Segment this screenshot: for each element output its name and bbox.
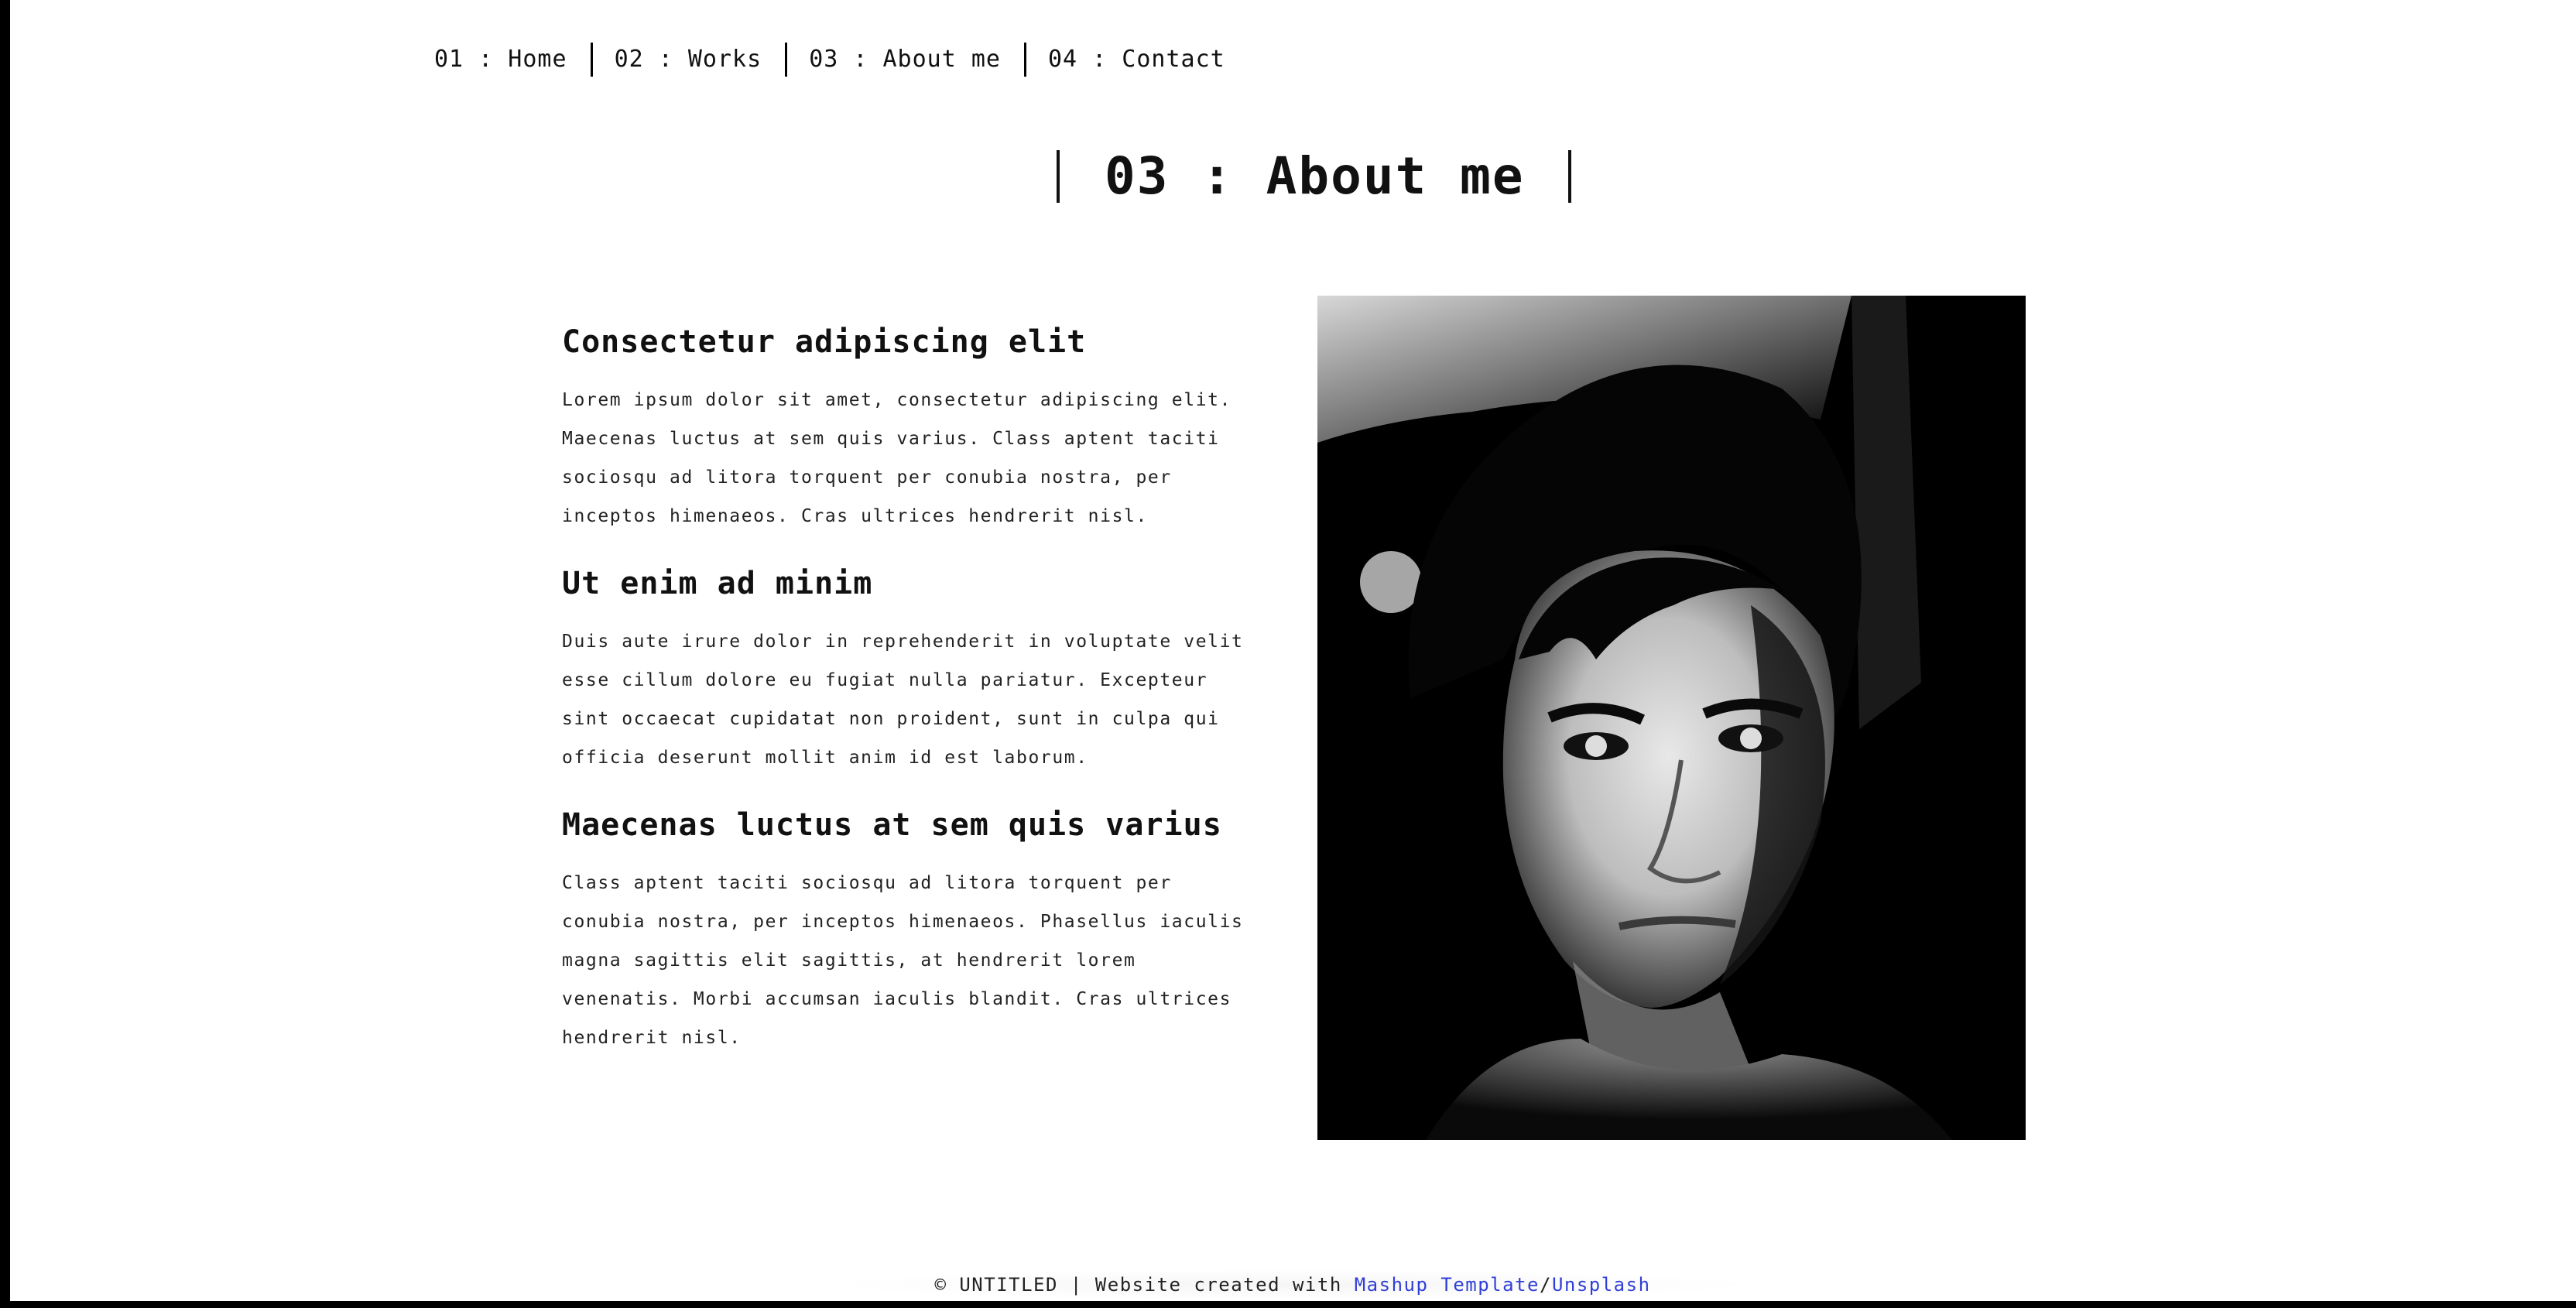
title-right-bar <box>1567 150 1571 203</box>
section-heading: Maecenas luctus at sem quis varius <box>562 807 1222 843</box>
section-body: Lorem ipsum dolor sit amet, consectetur … <box>562 390 1232 526</box>
portrait-photo <box>1317 296 2026 1140</box>
page-title-wrapper: 03 : About me <box>1057 150 1571 203</box>
nav-divider <box>1024 43 1026 77</box>
about-content: Consectetur adipiscing elit Lorem ipsum … <box>562 320 1266 1057</box>
nav-divider <box>785 43 788 77</box>
bottom-frame-border <box>0 1301 2576 1308</box>
page-title: 03 : About me <box>1105 146 1525 206</box>
section-body: Duis aute irure dolor in reprehenderit i… <box>562 632 1244 768</box>
section-body: Class aptent taciti sociosqu ad litora t… <box>562 873 1244 1048</box>
title-left-bar <box>1057 150 1060 203</box>
about-section: Ut enim ad minim Duis aute irure dolor i… <box>562 562 1266 777</box>
footer-link-separator: / <box>1539 1274 1552 1296</box>
section-heading: Consectetur adipiscing elit <box>562 324 1087 360</box>
footer-link-mashup[interactable]: Mashup Template <box>1355 1274 1540 1296</box>
about-section: Maecenas luctus at sem quis varius Class… <box>562 803 1266 1057</box>
nav-item-contact[interactable]: 04 : Contact <box>1048 40 1225 79</box>
main-nav: 01 : Home 02 : Works 03 : About me 04 : … <box>434 40 1225 79</box>
section-heading: Ut enim ad minim <box>562 566 873 601</box>
footer-copyright: © UNTITLED | Website created with <box>934 1274 1355 1296</box>
about-section: Consectetur adipiscing elit Lorem ipsum … <box>562 320 1266 536</box>
left-frame-border <box>0 0 10 1308</box>
footer-link-unsplash[interactable]: Unsplash <box>1552 1274 1651 1296</box>
nav-item-home[interactable]: 01 : Home <box>434 40 567 79</box>
nav-item-works[interactable]: 02 : Works <box>615 40 762 79</box>
nav-item-about[interactable]: 03 : About me <box>809 40 1001 79</box>
site-footer: © UNTITLED | Website created with Mashup… <box>820 1269 1765 1300</box>
nav-divider <box>590 43 593 77</box>
